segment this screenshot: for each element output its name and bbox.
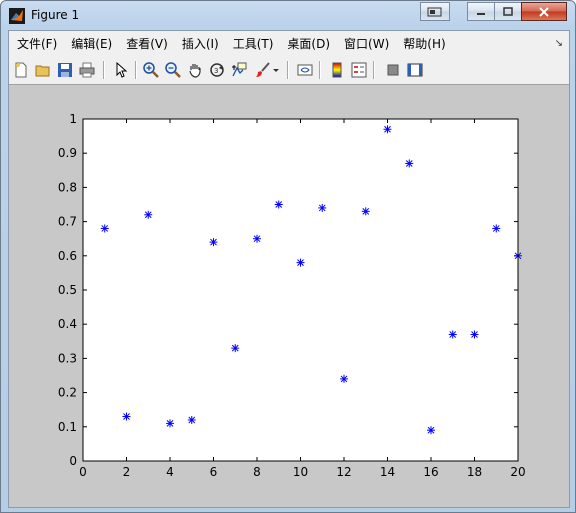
menu-bar: 文件(F) 编辑(E) 查看(V) 插入(I) 工具(T) 桌面(D) 窗口(W… <box>9 31 569 56</box>
svg-text:3: 3 <box>214 67 218 75</box>
x-tick-label: 10 <box>293 465 308 479</box>
brush-dropdown-icon[interactable] <box>271 60 281 80</box>
y-tick-label: 0.7 <box>58 215 77 229</box>
y-tick-label: 0 <box>69 454 77 468</box>
save-icon[interactable] <box>55 60 75 80</box>
data-point <box>296 258 305 267</box>
data-point <box>231 344 240 353</box>
panel-icon <box>427 7 442 16</box>
data-point <box>383 125 392 134</box>
print-icon[interactable] <box>77 60 97 80</box>
data-point <box>427 426 435 435</box>
colorbar-icon[interactable] <box>327 60 347 80</box>
matlab-logo-icon <box>9 8 25 24</box>
show-plot-tools-icon[interactable] <box>405 60 425 80</box>
data-cursor-icon[interactable] <box>229 60 249 80</box>
data-point <box>100 224 109 233</box>
maximize-icon <box>503 6 513 16</box>
x-tick-label: 14 <box>380 465 395 479</box>
x-tick-label: 18 <box>467 465 482 479</box>
y-tick-label: 0.5 <box>58 283 77 297</box>
x-tick-label: 2 <box>123 465 131 479</box>
x-tick-label: 8 <box>253 465 261 479</box>
data-point <box>340 374 348 383</box>
data-point <box>274 200 283 209</box>
x-tick-label: 4 <box>166 465 174 479</box>
figure-window: Figure 1 文件(F) 编辑(E) 查看(V) 插入(I) 工具(T) 桌… <box>0 0 576 513</box>
x-tick-label: 20 <box>510 465 525 479</box>
data-point <box>209 238 218 247</box>
figure-canvas: 0 2 4 6 8 10 12 14 16 18 20 0 0.1 0.2 0.3 0.4 0.5 0.6 0.7 0… <box>9 85 569 507</box>
data-point <box>253 234 261 243</box>
y-tick-label: 1 <box>69 112 77 126</box>
y-tick-label: 0.2 <box>58 386 77 400</box>
y-tick-label: 0.4 <box>58 317 77 331</box>
axes-background <box>83 119 518 461</box>
menu-help[interactable]: 帮助(H) <box>403 35 445 52</box>
legend-icon[interactable] <box>349 60 369 80</box>
data-point <box>361 207 370 216</box>
rotate-3d-icon[interactable]: 3 <box>207 60 227 80</box>
brush-icon[interactable] <box>253 60 273 80</box>
data-point <box>448 330 457 339</box>
x-tick-label: 6 <box>210 465 218 479</box>
y-tick-label: 0.9 <box>58 146 77 160</box>
data-point <box>405 159 414 168</box>
window-title: Figure 1 <box>31 8 80 22</box>
maximize-button[interactable] <box>494 2 522 21</box>
restore-panel-button[interactable] <box>420 2 450 21</box>
data-point <box>187 415 196 424</box>
menu-insert[interactable]: 插入(I) <box>182 35 219 52</box>
y-tick-label: 0.6 <box>58 249 77 263</box>
menu-view[interactable]: 查看(V) <box>126 35 168 52</box>
minimize-icon <box>477 12 485 15</box>
close-button[interactable] <box>521 2 567 21</box>
menu-edit[interactable]: 编辑(E) <box>71 35 112 52</box>
data-point <box>122 412 131 421</box>
minimize-button[interactable] <box>467 2 495 21</box>
figure-toolbar: 3 <box>9 56 569 85</box>
data-point <box>470 330 479 339</box>
zoom-out-icon[interactable] <box>163 60 183 80</box>
pointer-icon[interactable] <box>111 60 131 80</box>
figure-client: 文件(F) 编辑(E) 查看(V) 插入(I) 工具(T) 桌面(D) 窗口(W… <box>8 30 570 508</box>
data-point <box>492 224 501 233</box>
open-folder-icon[interactable] <box>33 60 53 80</box>
data-point <box>144 210 153 219</box>
x-tick-label: 12 <box>336 465 351 479</box>
y-tick-label: 0.8 <box>58 180 77 194</box>
new-file-icon[interactable] <box>11 60 31 80</box>
link-plot-icon[interactable] <box>295 60 315 80</box>
data-point <box>166 419 174 428</box>
title-bar[interactable]: Figure 1 <box>1 1 575 30</box>
menu-file[interactable]: 文件(F) <box>17 35 57 52</box>
dock-arrow-icon[interactable]: ↘ <box>555 38 563 49</box>
zoom-in-icon[interactable] <box>141 60 161 80</box>
data-point <box>318 203 327 212</box>
y-tick-label: 0.3 <box>58 351 77 365</box>
menu-desktop[interactable]: 桌面(D) <box>287 35 330 52</box>
menu-window[interactable]: 窗口(W) <box>344 35 389 52</box>
scatter-plot[interactable]: 0 2 4 6 8 10 12 14 16 18 20 0 0.1 0.2 0.3 0.4 0.5 0.6 0.7 0… <box>9 85 569 507</box>
x-tick-label: 16 <box>423 465 438 479</box>
menu-tools[interactable]: 工具(T) <box>233 35 274 52</box>
hide-plot-tools-icon[interactable] <box>383 60 403 80</box>
close-icon <box>539 6 549 17</box>
x-tick-label: 0 <box>79 465 87 479</box>
y-tick-label: 0.1 <box>58 420 77 434</box>
pan-hand-icon[interactable] <box>185 60 205 80</box>
